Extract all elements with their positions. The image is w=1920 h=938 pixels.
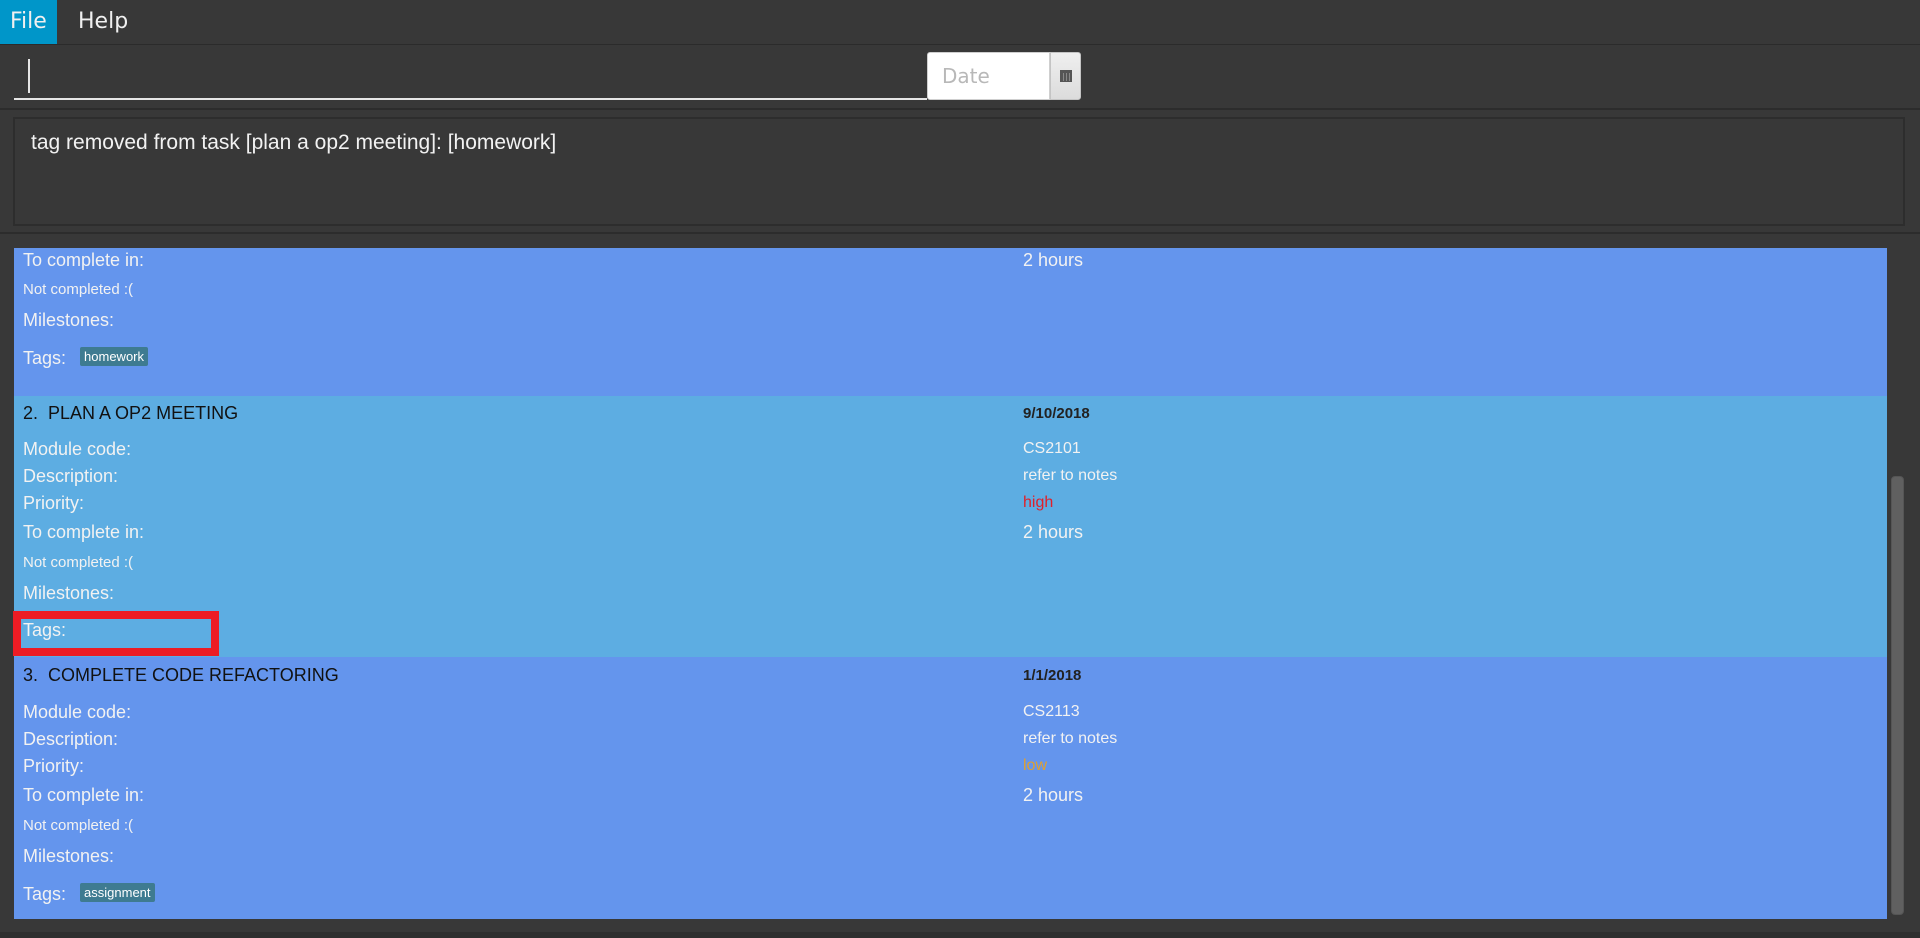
to-complete-label: To complete in: — [23, 250, 145, 270]
task-name: PLAN A OP2 MEETING — [48, 403, 239, 423]
date-field[interactable]: Date — [927, 52, 1050, 100]
status-strip — [0, 932, 1920, 938]
to-complete-label: To complete in: — [23, 522, 145, 542]
module-code-value: CS2113 — [1023, 703, 1080, 720]
priority-value: low — [1023, 757, 1048, 774]
module-code-value: CS2101 — [1023, 440, 1081, 457]
completion-status: Not completed :( — [23, 817, 134, 834]
calendar-icon — [1060, 70, 1072, 82]
tag-badge: assignment — [80, 883, 155, 902]
description-value: refer to notes — [1023, 730, 1118, 747]
command-input[interactable] — [14, 52, 927, 100]
completion-status: Not completed :( — [23, 554, 134, 571]
tags-row: Tags: assignment — [23, 883, 155, 905]
description-label: Description: — [23, 466, 119, 486]
description-value: refer to notes — [1023, 467, 1118, 484]
result-panel: tag removed from task [plan a op2 meetin… — [0, 110, 1920, 234]
task-index: 2. — [23, 403, 39, 423]
priority-label: Priority: — [23, 493, 85, 513]
completion-status: Not completed :( — [23, 281, 134, 298]
menu-bar: File Help — [0, 0, 1920, 45]
priority-label: Priority: — [23, 756, 85, 776]
to-complete-value: 2 hours — [1023, 250, 1084, 270]
task-title: 2. PLAN A OP2 MEETING — [23, 403, 238, 424]
result-text: tag removed from task [plan a op2 meetin… — [31, 131, 557, 154]
scrollbar-thumb[interactable] — [1891, 476, 1904, 915]
description-label: Description: — [23, 729, 119, 749]
result-display: tag removed from task [plan a op2 meetin… — [13, 117, 1905, 226]
menu-help[interactable]: Help — [68, 0, 138, 44]
module-code-label: Module code: — [23, 439, 132, 459]
task-title: 3. COMPLETE CODE REFACTORING — [23, 665, 339, 686]
to-complete-value: 2 hours — [1023, 522, 1084, 542]
to-complete-label: To complete in: — [23, 785, 145, 805]
tags-row: Tags: homework — [23, 347, 148, 369]
menu-file[interactable]: File — [0, 0, 57, 44]
priority-value: high — [1023, 494, 1054, 511]
task-name: COMPLETE CODE REFACTORING — [48, 665, 339, 685]
task-card[interactable]: 2. PLAN A OP2 MEETING 9/10/2018 Module co… — [14, 396, 1887, 658]
task-date: 1/1/2018 — [1023, 667, 1082, 684]
text-caret — [28, 59, 30, 93]
to-complete-value: 2 hours — [1023, 785, 1084, 805]
task-list: Priority: high To complete in: 2 hours N… — [14, 248, 1887, 920]
list-scrollbar[interactable] — [1889, 248, 1907, 920]
date-picker-button[interactable] — [1050, 52, 1081, 100]
task-date: 9/10/2018 — [1023, 405, 1090, 422]
tag-badge: homework — [80, 347, 148, 366]
module-code-label: Module code: — [23, 702, 132, 722]
task-card[interactable]: 3. COMPLETE CODE REFACTORING 1/1/2018 Mod… — [14, 657, 1887, 919]
tags-label: Tags: — [23, 348, 67, 368]
milestones-label: Milestones: — [23, 846, 115, 866]
tags-label: Tags: — [23, 884, 67, 904]
task-card[interactable]: Priority: high To complete in: 2 hours N… — [14, 248, 1887, 396]
milestones-label: Milestones: — [23, 310, 115, 330]
annotation-highlight-box — [13, 611, 219, 656]
milestones-label: Milestones: — [23, 583, 115, 603]
task-index: 3. — [23, 665, 39, 685]
